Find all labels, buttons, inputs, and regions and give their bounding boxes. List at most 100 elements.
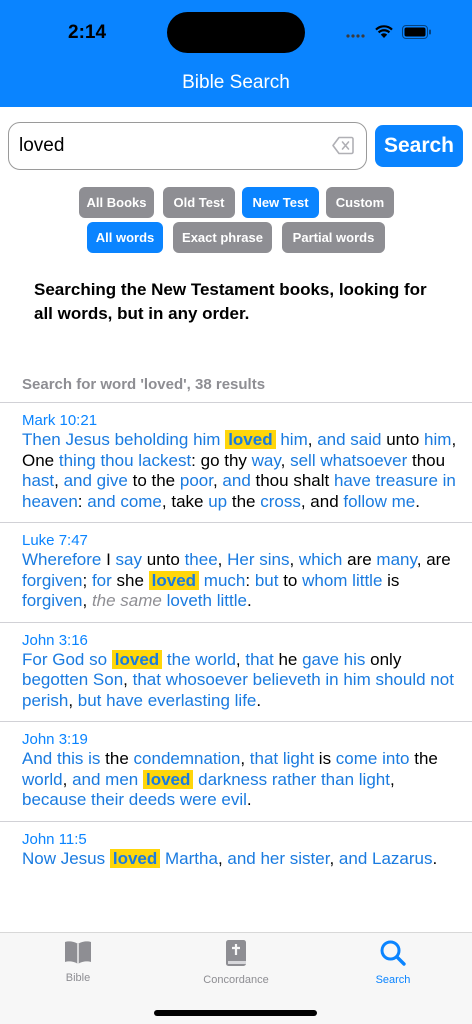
verse-plain-text: the bbox=[100, 749, 134, 768]
verse-reference[interactable]: John 11:5 bbox=[22, 831, 462, 849]
result-item[interactable]: Luke 7:47 Wherefore I say unto thee, Her … bbox=[0, 522, 472, 622]
search-field[interactable] bbox=[8, 122, 367, 170]
verse-word: Then Jesus beholding him bbox=[22, 430, 221, 449]
result-item[interactable]: John 3:19 And this is the condemnation, t… bbox=[0, 721, 472, 821]
search-match-highlight: loved bbox=[109, 848, 161, 868]
verse-plain-text: ; bbox=[82, 570, 92, 590]
verse-word: and her sister bbox=[227, 848, 330, 868]
result-item[interactable]: John 11:5 Now Jesus loved Martha, and her… bbox=[0, 820, 472, 880]
verse-reference[interactable]: Mark 10:21 bbox=[22, 412, 462, 430]
verse-plain-text: : bbox=[245, 570, 255, 590]
filter-all-books[interactable]: All Books bbox=[79, 187, 154, 218]
verse-word: Now Jesus bbox=[22, 848, 106, 868]
verse-plain-text: he bbox=[273, 649, 303, 669]
verse-plain-text: is bbox=[314, 749, 336, 768]
verse-word: follow me bbox=[343, 491, 416, 511]
verse-word: whom little bbox=[302, 570, 383, 590]
verse-word: Her sins bbox=[227, 550, 290, 569]
verse-word: up bbox=[208, 491, 228, 511]
verse-plain-text: the bbox=[414, 749, 438, 768]
result-item[interactable]: John 3:16 For God so loved the world, tha… bbox=[0, 621, 472, 722]
verse-word: condemnation bbox=[133, 749, 241, 768]
mode-partial-words[interactable]: Partial words bbox=[282, 222, 385, 253]
verse-word: and men bbox=[72, 769, 139, 789]
verse-plain-text: to the bbox=[127, 471, 180, 490]
magnifier-icon bbox=[380, 940, 406, 966]
navigation-header: 2:14 Bible Search bbox=[0, 0, 472, 107]
verse-plain-text: she bbox=[111, 570, 144, 590]
verse-text: Now Jesus loved Martha, and her sister, … bbox=[22, 848, 462, 870]
verse-word: and give bbox=[63, 471, 128, 490]
home-indicator bbox=[154, 1010, 317, 1016]
tab-label-search: Search bbox=[375, 974, 411, 986]
verse-text: And this is the condemnation, that light… bbox=[22, 749, 462, 811]
verse-plain-text: : bbox=[77, 491, 88, 511]
search-description: Searching the New Testament books, looki… bbox=[34, 280, 427, 323]
verse-word: him bbox=[280, 430, 308, 449]
verse-word: Wherefore bbox=[22, 550, 102, 569]
verse-plain-text: , bbox=[240, 749, 250, 768]
verse-word: and come bbox=[87, 491, 162, 511]
verse-reference[interactable]: Luke 7:47 bbox=[22, 532, 462, 550]
verse-word: darkness rather than light bbox=[198, 769, 390, 789]
clear-text-icon[interactable] bbox=[332, 136, 354, 155]
wifi-icon bbox=[375, 25, 393, 38]
verse-plain-text: only bbox=[365, 649, 402, 669]
verse-word: gave his bbox=[302, 649, 366, 669]
verse-plain-text: , bbox=[289, 550, 299, 569]
verse-plain-text: is bbox=[382, 570, 400, 590]
concordance-icon bbox=[226, 940, 246, 966]
verse-plain-text: , bbox=[62, 769, 73, 789]
verse-text: Then Jesus beholding him loved him, and … bbox=[22, 430, 462, 512]
verse-word: but bbox=[254, 570, 279, 590]
verse-plain-text bbox=[144, 571, 149, 590]
verse-plain-text: , take bbox=[161, 491, 209, 511]
verse-plain-text: , bbox=[217, 550, 228, 569]
verse-plain-text: , bbox=[123, 670, 133, 689]
verse-word: sell bbox=[290, 450, 316, 470]
verse-word: and Lazarus bbox=[338, 848, 433, 868]
verse-word: and said bbox=[317, 430, 382, 449]
verse-word: And this is bbox=[22, 749, 101, 768]
tab-search[interactable]: Search bbox=[333, 939, 453, 986]
verse-plain-text: I bbox=[101, 550, 116, 569]
verse-word: poor bbox=[179, 471, 213, 490]
status-icons bbox=[346, 24, 432, 39]
verse-word: cross bbox=[260, 491, 301, 511]
tab-bible[interactable]: Bible bbox=[18, 939, 138, 984]
verse-reference[interactable]: John 3:19 bbox=[22, 731, 462, 749]
verse-word: because their deeds were evil bbox=[22, 790, 247, 809]
mode-all-words[interactable]: All words bbox=[87, 222, 163, 253]
filter-custom[interactable]: Custom bbox=[326, 187, 394, 218]
verse-plain-text: , bbox=[217, 848, 228, 868]
filter-old-testament[interactable]: Old Test bbox=[163, 187, 235, 218]
filter-new-testament[interactable]: New Test bbox=[242, 187, 319, 218]
search-input[interactable] bbox=[19, 123, 319, 168]
dynamic-island bbox=[167, 12, 305, 53]
verse-reference[interactable]: John 3:16 bbox=[22, 632, 462, 650]
tab-concordance[interactable]: Concordance bbox=[176, 939, 296, 986]
verse-word: thee bbox=[184, 550, 218, 569]
verse-plain-text: are bbox=[426, 550, 451, 569]
verse-word: forgiven bbox=[22, 570, 83, 590]
verse-word: thing thou lackest bbox=[58, 450, 192, 470]
search-match-highlight: loved bbox=[111, 649, 163, 669]
verse-plain-text: , bbox=[54, 471, 64, 490]
search-match-highlight: loved bbox=[148, 570, 200, 590]
page-title: Bible Search bbox=[182, 72, 290, 93]
verse-plain-text: thou shalt bbox=[250, 471, 334, 490]
verse-word: the world bbox=[166, 649, 236, 669]
verse-plain-text: , bbox=[235, 649, 246, 669]
mode-exact-phrase[interactable]: Exact phrase bbox=[173, 222, 272, 253]
signal-icon bbox=[346, 33, 365, 38]
verse-plain-text: unto bbox=[381, 430, 425, 449]
verse-word: forgiven bbox=[22, 591, 83, 610]
result-item[interactable]: Mark 10:21 Then Jesus beholding him loved… bbox=[0, 402, 472, 522]
verse-word: For God so bbox=[22, 649, 108, 669]
results-list: Mark 10:21 Then Jesus beholding him loved… bbox=[0, 402, 472, 879]
verse-word: that light bbox=[249, 749, 315, 768]
verse-plain-text: unto bbox=[142, 550, 185, 569]
status-time: 2:14 bbox=[68, 22, 107, 43]
verse-text: Wherefore I say unto thee, Her sins, whi… bbox=[22, 550, 462, 612]
search-button[interactable]: Search bbox=[375, 125, 463, 167]
